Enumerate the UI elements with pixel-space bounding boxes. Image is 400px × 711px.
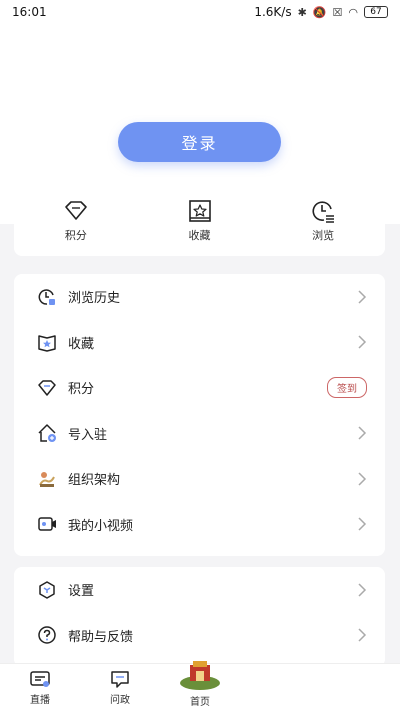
login-button[interactable]: 登录 (118, 122, 281, 162)
menu-label: 帮助与反馈 (68, 629, 134, 645)
menu-label: 号入驻 (68, 427, 108, 443)
bottom-tab-bar: 直播 问政 首页 (0, 661, 400, 711)
sim-icon: ☒ (332, 5, 343, 19)
chevron-right-icon (358, 628, 367, 642)
house-add-icon (38, 424, 56, 443)
bluetooth-icon: ✱ (297, 5, 307, 19)
settings-icon (39, 581, 55, 599)
tab-home[interactable]: 首页 (160, 661, 240, 711)
quick-label-favorites: 收藏 (188, 229, 211, 242)
star-book-icon (38, 335, 56, 352)
status-time: 16:01 (12, 5, 47, 19)
menu-label: 收藏 (68, 336, 95, 352)
chevron-right-icon (358, 426, 367, 440)
menu-group-settings: 设置 帮助与反馈 (14, 567, 385, 667)
menu-item-org-structure[interactable]: 组织架构 (14, 456, 385, 502)
checkin-badge[interactable]: 签到 (327, 377, 367, 399)
wifi-icon: ◠ (348, 5, 358, 19)
quick-actions: 积分 收藏 浏览 (14, 190, 385, 256)
quick-item-browse[interactable]: 浏览 (261, 190, 385, 256)
home-logo-icon (180, 661, 220, 690)
menu-group-main: 浏览历史 收藏 积分 签到 号入驻 组织架构 我的小视频 (14, 274, 385, 556)
menu-label: 浏览历史 (68, 291, 121, 307)
menu-item-favorites[interactable]: 收藏 (14, 320, 385, 366)
tab-label: 首页 (190, 697, 210, 708)
chevron-right-icon (358, 583, 367, 597)
menu-label: 组织架构 (68, 473, 121, 489)
menu-item-help-feedback[interactable]: 帮助与反馈 (14, 613, 385, 659)
chevron-right-icon (358, 472, 367, 486)
battery-icon: 67 (364, 6, 388, 18)
chat-icon (111, 671, 129, 688)
tab-live[interactable]: 直播 (0, 664, 80, 711)
tab-label: 直播 (30, 695, 50, 706)
status-icons: 1.6K/s ✱ 🔕 ☒ ◠ 67 (254, 5, 388, 19)
help-icon (38, 626, 56, 644)
quick-label-browse: 浏览 (312, 229, 335, 242)
tab-empty-2 (320, 664, 400, 711)
menu-item-my-videos[interactable]: 我的小视频 (14, 502, 385, 548)
quick-item-favorites[interactable]: 收藏 (138, 190, 262, 256)
menu-item-account-join[interactable]: 号入驻 (14, 411, 385, 457)
menu-item-history[interactable]: 浏览历史 (14, 274, 385, 320)
video-icon (38, 517, 56, 531)
menu-label: 我的小视频 (68, 518, 134, 534)
status-bar: 16:01 1.6K/s ✱ 🔕 ☒ ◠ 67 (0, 0, 400, 24)
tab-label: 问政 (110, 695, 130, 706)
clock-icon (312, 201, 335, 223)
mute-icon: 🔕 (312, 5, 327, 19)
chevron-right-icon (358, 335, 367, 349)
chevron-right-icon (358, 290, 367, 304)
tab-empty-1 (240, 664, 320, 711)
menu-label: 积分 (68, 382, 95, 398)
live-icon (30, 671, 50, 687)
chevron-right-icon (358, 517, 367, 531)
star-box-icon (188, 200, 211, 222)
menu-item-settings[interactable]: 设置 (14, 567, 385, 613)
menu-item-points[interactable]: 积分 签到 (14, 365, 385, 411)
diamond-icon (38, 380, 56, 396)
quick-label-points: 积分 (64, 229, 87, 242)
tab-inquiry[interactable]: 问政 (80, 664, 160, 711)
clock-icon (38, 289, 55, 305)
network-speed: 1.6K/s (254, 5, 292, 19)
quick-item-points[interactable]: 积分 (14, 190, 138, 256)
menu-label: 设置 (68, 584, 95, 600)
diamond-icon (65, 201, 87, 220)
org-image-icon (39, 471, 55, 487)
